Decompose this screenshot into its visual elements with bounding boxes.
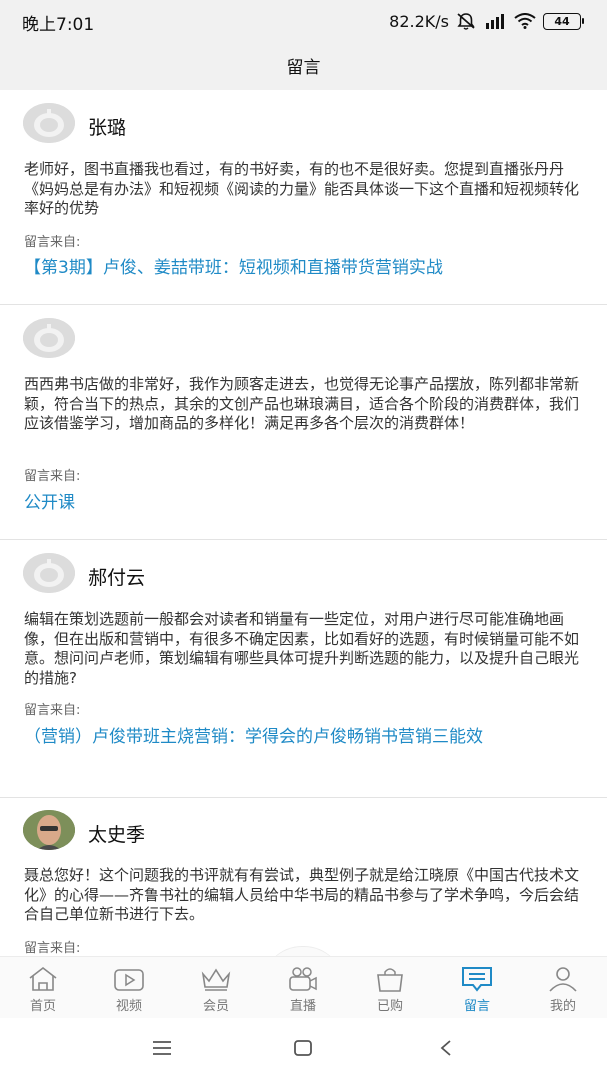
comment-feed[interactable]: 张璐 老师好，图书直播我也看过，有的书好卖，有的也不是很好卖。您提到直播张丹丹《… [0,90,607,954]
signal-icon [486,14,504,29]
user-avatar[interactable] [23,810,75,850]
crown-icon [201,968,231,991]
tab-label: 直播 [289,999,316,1014]
user-avatar[interactable] [23,553,75,593]
bag-icon [377,968,403,992]
comment-text: 西西弗书店做的非常好，我作为顾客走进去，也觉得无论事产品摆放，陈列都非常新颖，符… [24,375,580,432]
tab-label: 我的 [549,999,576,1014]
user-icon [549,967,577,992]
tab-label: 首页 [29,999,56,1014]
status-bar: 晚上7:01 82.2K/s 44 [0,0,607,40]
comment-card: 张璐 老师好，图书直播我也看过，有的书好卖，有的也不是很好卖。您提到直播张丹丹《… [0,90,607,305]
title-bar: 留言 [0,40,607,90]
source-label: 留言来自: [24,941,81,954]
tab-label: 会员 [202,999,229,1014]
status-time: 晚上7:01 [22,15,95,35]
home-icon [29,966,57,991]
wifi-icon [514,13,536,29]
home-button-icon[interactable] [288,1036,318,1060]
mute-icon [457,13,475,30]
source-link[interactable]: （营销）卢俊带班主烧营销：学得会的卢俊畅销书营销三能效 [24,725,584,750]
comment-text: 聂总您好！这个问题我的书评就有有尝试，典型例子就是给江晓原《中国古代技术文化》的… [24,866,580,923]
page-title: 留言 [286,57,321,78]
source-link[interactable]: 公开课 [24,491,584,516]
menu-icon[interactable] [147,1036,177,1060]
tab-member[interactable]: 会员 [173,957,259,1019]
source-label: 留言来自: [24,469,81,484]
tab-video[interactable]: 视频 [86,957,172,1019]
back-icon[interactable] [431,1036,461,1060]
message-icon [462,967,492,992]
user-avatar[interactable] [23,318,75,358]
comment-card: 郝付云 编辑在策划选题前一般都会对读者和销量有一些定位，对用户进行尽可能准确地画… [0,540,607,798]
tab-label: 视频 [115,999,142,1014]
user-name: 太史季 [88,824,146,846]
source-label: 留言来自: [24,235,81,250]
video-icon [114,969,144,991]
system-nav-bar [0,1018,607,1080]
tab-live[interactable]: 直播 [260,957,346,1019]
status-indicators: 82.2K/s 44 [389,10,584,32]
tab-label: 已购 [376,999,403,1014]
photo-avatar-icon [23,810,75,850]
user-name: 张璐 [88,117,127,139]
source-label: 留言来自: [24,703,81,718]
tab-messages[interactable]: 留言 [434,957,520,1019]
tab-label: 留言 [463,999,490,1014]
comment-card: 太史季 聂总您好！这个问题我的书评就有有尝试，典型例子就是给江晓原《中国古代技术… [0,798,607,954]
network-speed: 82.2K/s [389,11,449,31]
comment-card: 西西弗书店做的非常好，我作为顾客走进去，也觉得无论事产品摆放，陈列都非常新颖，符… [0,305,607,540]
user-avatar[interactable] [23,103,75,143]
default-avatar-icon [23,318,75,358]
bottom-tab-bar: 首页 视频 会员 直播 已购 留言 我的 [0,956,607,1018]
tab-home[interactable]: 首页 [0,957,86,1019]
comment-text: 编辑在策划选题前一般都会对读者和销量有一些定位，对用户进行尽可能准确地画像，但在… [24,610,580,687]
default-avatar-icon [23,553,75,593]
tab-purchased[interactable]: 已购 [347,957,433,1019]
user-name: 郝付云 [88,567,146,589]
battery-icon: 44 [543,12,584,30]
default-avatar-icon [23,103,75,143]
tab-mine[interactable]: 我的 [520,957,606,1019]
comment-text: 老师好，图书直播我也看过，有的书好卖，有的也不是很好卖。您提到直播张丹丹《妈妈总… [24,160,580,217]
camera-icon [289,967,317,991]
source-link[interactable]: 【第3期】卢俊、姜喆带班：短视频和直播带货营销实战 [24,256,584,281]
